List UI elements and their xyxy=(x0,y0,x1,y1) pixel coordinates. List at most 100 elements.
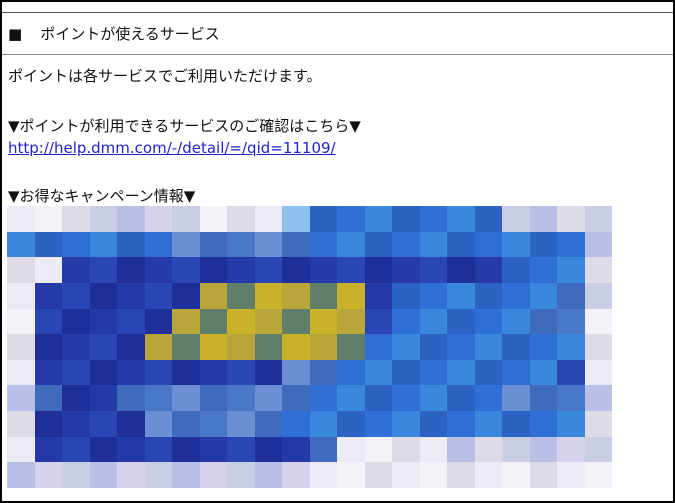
banner-pixel xyxy=(557,282,585,309)
banner-pixel xyxy=(447,282,475,309)
banner-pixel xyxy=(282,411,310,437)
banner-pixel xyxy=(7,385,35,412)
banner-pixel xyxy=(144,334,172,360)
banner-pixel xyxy=(117,206,145,232)
banner-pixel xyxy=(447,436,475,463)
banner-pixel xyxy=(364,436,392,463)
banner-pixel xyxy=(309,308,337,335)
banner-pixel xyxy=(557,359,585,386)
banner-pixel xyxy=(364,334,392,360)
email-frame: ■ ポイントが使えるサービス ポイントは各サービスでご利用いただけます。 ▼ポイン… xyxy=(0,0,675,503)
banner-pixel xyxy=(117,334,145,360)
banner-pixel xyxy=(337,334,365,360)
banner-pixel xyxy=(502,206,530,232)
banner-pixel xyxy=(502,436,530,463)
banner-pixel xyxy=(584,282,612,309)
banner-pixel xyxy=(309,359,337,386)
banner-pixel xyxy=(474,359,502,386)
banner-pixel xyxy=(474,385,502,412)
banner-pixel xyxy=(364,411,392,437)
banner-pixel xyxy=(557,385,585,412)
banner-pixel xyxy=(282,308,310,335)
banner-pixel xyxy=(227,308,255,335)
campaign-banner-image[interactable] xyxy=(7,206,612,488)
banner-pixel xyxy=(117,462,145,488)
banner-pixel xyxy=(392,462,420,488)
banner-pixel xyxy=(117,411,145,437)
banner-pixel xyxy=(34,385,62,412)
banner-pixel xyxy=(337,411,365,437)
banner-pixel xyxy=(172,257,200,283)
banner-pixel xyxy=(557,436,585,463)
banner-pixel xyxy=(474,206,502,232)
banner-pixel xyxy=(199,257,227,283)
banner-pixel xyxy=(199,282,227,309)
banner-pixel xyxy=(309,385,337,412)
banner-pixel xyxy=(7,334,35,360)
banner-pixel xyxy=(584,385,612,412)
banner-pixel xyxy=(199,411,227,437)
banner-pixel xyxy=(364,282,392,309)
banner-pixel xyxy=(309,334,337,360)
banner-pixel xyxy=(529,282,557,309)
banner-pixel xyxy=(392,257,420,283)
banner-pixel xyxy=(447,411,475,437)
banner-pixel xyxy=(309,282,337,309)
banner-pixel xyxy=(199,231,227,258)
banner-pixel xyxy=(474,257,502,283)
banner-pixel xyxy=(62,231,90,258)
banner-pixel xyxy=(337,231,365,258)
banner-pixel xyxy=(309,257,337,283)
banner-pixel xyxy=(337,436,365,463)
banner-pixel xyxy=(144,385,172,412)
banner-pixel xyxy=(529,334,557,360)
campaign-heading: ▼お得なキャンペーン情報▼ xyxy=(8,187,196,205)
banner-pixel xyxy=(117,359,145,386)
banner-pixel xyxy=(557,231,585,258)
banner-pixel xyxy=(337,257,365,283)
banner-pixel xyxy=(227,385,255,412)
heading-divider xyxy=(2,54,673,55)
banner-pixel xyxy=(34,257,62,283)
banner-pixel xyxy=(34,436,62,463)
banner-pixel xyxy=(502,231,530,258)
banner-pixel xyxy=(584,308,612,335)
help-link[interactable]: http://help.dmm.com/-/detail/=/qid=11109… xyxy=(8,139,336,157)
banner-pixel xyxy=(62,206,90,232)
banner-pixel xyxy=(282,359,310,386)
banner-pixel xyxy=(144,359,172,386)
banner-pixel xyxy=(419,231,447,258)
banner-pixel xyxy=(309,206,337,232)
banner-pixel xyxy=(337,282,365,309)
banner-pixel xyxy=(364,206,392,232)
banner-pixel xyxy=(419,334,447,360)
banner-pixel xyxy=(419,359,447,386)
banner-pixel xyxy=(199,206,227,232)
banner-pixel xyxy=(144,231,172,258)
banner-pixel xyxy=(282,206,310,232)
banner-pixel xyxy=(7,462,35,488)
banner-pixel xyxy=(282,257,310,283)
banner-pixel xyxy=(392,436,420,463)
banner-pixel xyxy=(199,359,227,386)
banner-pixel xyxy=(62,436,90,463)
banner-pixel xyxy=(474,282,502,309)
banner-pixel xyxy=(89,257,117,283)
banner-pixel xyxy=(392,359,420,386)
banner-pixel xyxy=(117,385,145,412)
banner-pixel xyxy=(89,334,117,360)
banner-pixel xyxy=(419,308,447,335)
banner-pixel xyxy=(529,231,557,258)
banner-pixel xyxy=(282,436,310,463)
banner-pixel xyxy=(254,282,282,309)
banner-pixel xyxy=(309,462,337,488)
banner-pixel xyxy=(254,231,282,258)
banner-pixel xyxy=(62,359,90,386)
help-link-row: http://help.dmm.com/-/detail/=/qid=11109… xyxy=(8,138,336,158)
banner-pixel xyxy=(529,308,557,335)
banner-pixel xyxy=(364,257,392,283)
banner-pixel xyxy=(584,334,612,360)
banner-pixel xyxy=(557,411,585,437)
banner-pixel xyxy=(89,308,117,335)
banner-pixel xyxy=(227,359,255,386)
